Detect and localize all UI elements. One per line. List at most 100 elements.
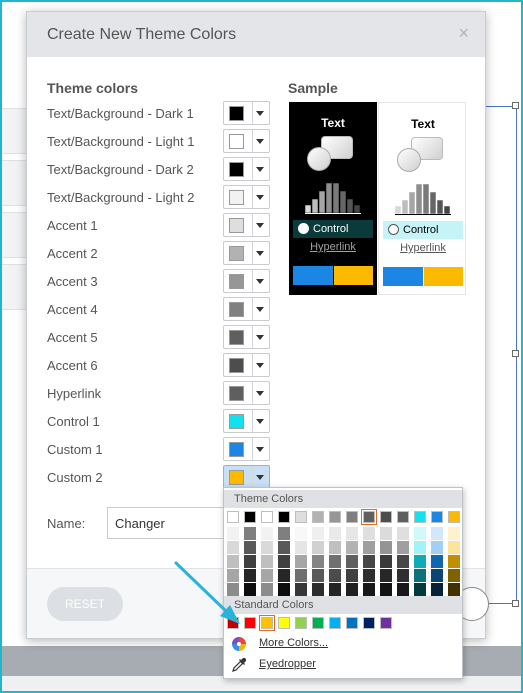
standard-color-cell[interactable]	[346, 617, 358, 629]
shade-cell[interactable]	[278, 583, 290, 596]
color-picker-dropdown[interactable]	[223, 185, 270, 209]
shade-cell[interactable]	[312, 583, 324, 596]
shade-cell[interactable]	[363, 569, 375, 582]
standard-color-cell[interactable]	[363, 617, 375, 629]
shade-cell[interactable]	[448, 555, 460, 568]
shade-cell[interactable]	[295, 541, 307, 554]
color-picker-dropdown[interactable]	[223, 437, 270, 461]
shade-cell[interactable]	[261, 541, 273, 554]
shade-cell[interactable]	[431, 569, 443, 582]
theme-color-cell[interactable]	[244, 511, 256, 523]
color-picker-dropdown[interactable]	[223, 381, 270, 405]
shade-cell[interactable]	[261, 583, 273, 596]
theme-color-cell[interactable]	[448, 511, 460, 523]
shade-cell[interactable]	[448, 583, 460, 596]
color-picker-dropdown[interactable]	[223, 325, 270, 349]
shade-cell[interactable]	[380, 555, 392, 568]
shade-cell[interactable]	[414, 541, 426, 554]
shade-cell[interactable]	[346, 527, 358, 540]
resize-handle[interactable]	[512, 600, 519, 607]
close-icon[interactable]: ×	[458, 23, 469, 43]
shade-cell[interactable]	[431, 527, 443, 540]
shade-cell[interactable]	[363, 527, 375, 540]
shade-cell[interactable]	[278, 569, 290, 582]
shade-cell[interactable]	[363, 555, 375, 568]
shade-cell[interactable]	[397, 527, 409, 540]
shade-cell[interactable]	[380, 569, 392, 582]
shade-cell[interactable]	[346, 555, 358, 568]
shade-cell[interactable]	[448, 569, 460, 582]
shade-cell[interactable]	[414, 569, 426, 582]
shade-cell[interactable]	[397, 583, 409, 596]
shade-cell[interactable]	[329, 527, 341, 540]
color-picker-dropdown[interactable]	[223, 101, 270, 125]
shade-cell[interactable]	[227, 527, 239, 540]
shade-cell[interactable]	[363, 541, 375, 554]
color-picker-dropdown[interactable]	[223, 353, 270, 377]
theme-color-cell[interactable]	[278, 511, 290, 523]
shade-cell[interactable]	[261, 527, 273, 540]
shade-cell[interactable]	[346, 583, 358, 596]
theme-color-cell[interactable]	[329, 511, 341, 523]
shade-cell[interactable]	[312, 527, 324, 540]
shade-cell[interactable]	[431, 583, 443, 596]
shade-cell[interactable]	[414, 555, 426, 568]
shade-cell[interactable]	[414, 527, 426, 540]
shade-cell[interactable]	[244, 527, 256, 540]
shade-cell[interactable]	[329, 555, 341, 568]
shade-cell[interactable]	[312, 569, 324, 582]
shade-cell[interactable]	[414, 583, 426, 596]
theme-color-cell[interactable]	[261, 511, 273, 523]
shade-cell[interactable]	[380, 527, 392, 540]
color-picker-dropdown[interactable]	[223, 241, 270, 265]
shade-cell[interactable]	[261, 555, 273, 568]
shade-cell[interactable]	[397, 569, 409, 582]
shade-cell[interactable]	[278, 555, 290, 568]
color-picker-dropdown[interactable]	[223, 409, 270, 433]
shade-cell[interactable]	[431, 555, 443, 568]
shade-cell[interactable]	[448, 541, 460, 554]
standard-color-cell[interactable]	[295, 617, 307, 629]
standard-color-cell[interactable]	[380, 617, 392, 629]
shade-cell[interactable]	[448, 527, 460, 540]
shade-cell[interactable]	[312, 555, 324, 568]
color-picker-dropdown[interactable]	[223, 465, 270, 489]
shade-cell[interactable]	[329, 569, 341, 582]
shade-cell[interactable]	[261, 569, 273, 582]
theme-color-cell[interactable]	[414, 511, 426, 523]
shade-cell[interactable]	[397, 555, 409, 568]
shade-cell[interactable]	[295, 569, 307, 582]
theme-color-cell[interactable]	[346, 511, 358, 523]
shade-cell[interactable]	[346, 569, 358, 582]
eyedropper-menu-item[interactable]: Eyedropper	[224, 655, 462, 676]
reset-button[interactable]: RESET	[47, 587, 123, 621]
shade-cell[interactable]	[329, 541, 341, 554]
theme-color-cell[interactable]	[380, 511, 392, 523]
theme-color-cell[interactable]	[431, 511, 443, 523]
theme-color-cell[interactable]	[361, 509, 377, 525]
standard-color-cell[interactable]	[259, 615, 275, 631]
theme-name-input[interactable]	[107, 507, 237, 539]
color-picker-dropdown[interactable]	[223, 129, 270, 153]
theme-color-cell[interactable]	[227, 511, 239, 523]
shade-cell[interactable]	[295, 527, 307, 540]
shade-cell[interactable]	[346, 541, 358, 554]
theme-color-cell[interactable]	[295, 511, 307, 523]
shade-cell[interactable]	[363, 583, 375, 596]
color-picker-dropdown[interactable]	[223, 213, 270, 237]
resize-handle[interactable]	[512, 350, 519, 357]
standard-color-cell[interactable]	[278, 617, 290, 629]
shade-cell[interactable]	[380, 541, 392, 554]
shade-cell[interactable]	[295, 583, 307, 596]
shade-cell[interactable]	[295, 555, 307, 568]
standard-color-cell[interactable]	[329, 617, 341, 629]
shade-cell[interactable]	[278, 527, 290, 540]
theme-color-cell[interactable]	[312, 511, 324, 523]
shade-cell[interactable]	[244, 541, 256, 554]
more-colors-menu-item[interactable]: More Colors...	[224, 634, 462, 655]
shade-cell[interactable]	[329, 583, 341, 596]
shade-cell[interactable]	[397, 541, 409, 554]
resize-handle[interactable]	[512, 102, 519, 109]
standard-color-cell[interactable]	[312, 617, 324, 629]
color-picker-dropdown[interactable]	[223, 269, 270, 293]
